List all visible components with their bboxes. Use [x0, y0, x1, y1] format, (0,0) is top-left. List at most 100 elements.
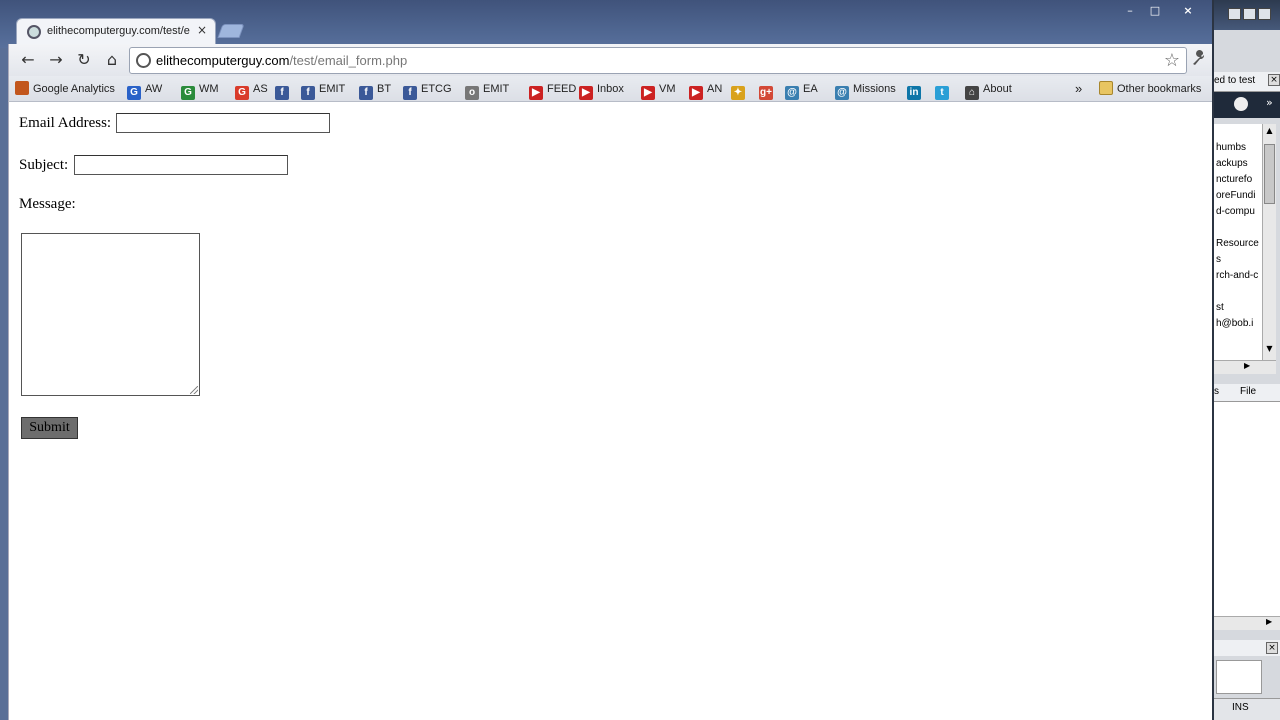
scroll-right-icon[interactable]: ▶: [1266, 617, 1272, 626]
subject-field[interactable]: [74, 155, 288, 175]
circle-icon[interactable]: [1234, 97, 1248, 111]
bookmark-item[interactable]: in: [907, 80, 925, 100]
background-maximize-button[interactable]: [1243, 8, 1256, 20]
maximize-window-button[interactable]: □: [1143, 4, 1167, 18]
bookmark-item[interactable]: f EMIT: [301, 80, 346, 100]
bookmark-label: About: [983, 83, 1012, 95]
email-field[interactable]: [116, 113, 330, 133]
bookmark-label: AN: [707, 83, 723, 95]
bookmarks-bar: Google Analytics G AW G WM G AS f f EMIT f BT f ETCG o…: [8, 76, 1212, 102]
bookmark-item[interactable]: f: [275, 80, 293, 100]
background-tab-file[interactable]: File: [1240, 386, 1256, 397]
screen: – □ × elithecomputerguy.com/test/e × ← →…: [0, 0, 1280, 720]
address-bar[interactable]: elithecomputerguy.com/test/email_form.ph…: [129, 47, 1187, 74]
message-textarea[interactable]: [21, 233, 200, 396]
list-item[interactable]: ncturefo: [1216, 174, 1252, 185]
background-file-list: humbs ackups ncturefo oreFundi d-compu Resour…: [1214, 124, 1262, 360]
list-item[interactable]: st: [1216, 302, 1224, 313]
wrench-menu-icon[interactable]: [1191, 50, 1207, 70]
bookmark-item[interactable]: t: [935, 80, 953, 100]
bookmark-item[interactable]: ▶ Inbox: [579, 80, 624, 100]
background-panel-header: ×: [1214, 640, 1280, 656]
tab-close-icon[interactable]: ×: [197, 23, 207, 37]
bookmark-label: AS: [253, 83, 268, 95]
folder-icon: [1099, 81, 1113, 95]
resize-grip-icon[interactable]: [190, 386, 198, 394]
close-window-button[interactable]: ×: [1176, 4, 1200, 18]
bookmark-item[interactable]: g+: [759, 80, 777, 100]
browser-toolbar: ← → ↻ ⌂ elithecomputerguy.com/test/email…: [8, 44, 1212, 76]
submit-button[interactable]: Submit: [21, 417, 78, 439]
facebook-icon: f: [301, 86, 315, 100]
background-tab-close-icon[interactable]: ×: [1268, 74, 1280, 86]
scroll-thumb[interactable]: [1264, 144, 1275, 204]
page-content: Email Address: Subject: Message: Submit: [8, 102, 1212, 720]
bookmark-label: EA: [803, 83, 818, 95]
scroll-right-icon[interactable]: ▶: [1244, 361, 1250, 370]
background-horizontal-scrollbar[interactable]: ▶: [1214, 360, 1276, 374]
bookmark-item[interactable]: ✦: [731, 80, 749, 100]
bookmark-item[interactable]: Google Analytics: [15, 80, 115, 98]
google-icon: G: [127, 86, 141, 100]
address-text[interactable]: elithecomputerguy.com/test/email_form.ph…: [156, 53, 407, 68]
bookmark-item[interactable]: G AS: [235, 80, 268, 100]
list-item[interactable]: oreFundi: [1216, 190, 1255, 201]
bookmark-label: WM: [199, 83, 219, 95]
bookmark-item[interactable]: o EMIT: [465, 80, 509, 100]
youtube-icon: ▶: [529, 86, 543, 100]
bookmark-item[interactable]: f BT: [359, 80, 392, 100]
back-arrow-icon[interactable]: ←: [17, 50, 39, 70]
bookmark-icon: ⌂: [965, 86, 979, 100]
list-item[interactable]: d-compu: [1216, 206, 1255, 217]
bookmark-label: EMIT: [319, 83, 346, 95]
other-bookmarks-folder[interactable]: Other bookmarks: [1099, 80, 1201, 98]
background-horizontal-scrollbar-2[interactable]: ▶: [1214, 616, 1280, 630]
bookmark-item[interactable]: G WM: [181, 80, 219, 100]
close-icon[interactable]: ×: [1266, 642, 1278, 654]
tab-title: elithecomputerguy.com/test/e: [47, 25, 190, 37]
background-tabs: s File: [1214, 384, 1280, 402]
new-tab-button[interactable]: [217, 24, 245, 38]
bookmarks-overflow-chevron-icon[interactable]: »: [1075, 80, 1082, 98]
facebook-icon: f: [403, 86, 417, 100]
minimize-window-button[interactable]: –: [1118, 4, 1142, 18]
background-close-button[interactable]: [1258, 8, 1271, 20]
bookmark-item[interactable]: @ EA: [785, 80, 818, 100]
list-item[interactable]: humbs: [1216, 142, 1246, 153]
bookmark-label: BT: [377, 83, 392, 95]
bookmark-item[interactable]: ▶ FEED: [529, 80, 576, 100]
background-tab-1[interactable]: s: [1214, 386, 1219, 397]
home-icon[interactable]: ⌂: [101, 50, 123, 70]
list-item[interactable]: s: [1216, 254, 1221, 265]
address-domain: elithecomputerguy.com: [156, 53, 290, 68]
chevron-right-icon[interactable]: »: [1266, 96, 1273, 109]
bookmark-item[interactable]: @ Missions: [835, 80, 896, 100]
globe-icon: [27, 25, 41, 39]
reload-icon[interactable]: ↻: [73, 50, 95, 70]
background-input-panel[interactable]: [1216, 660, 1262, 694]
background-status-bar: INS: [1214, 698, 1280, 720]
bookmark-item[interactable]: G AW: [127, 80, 163, 100]
subject-label: Subject:: [19, 157, 69, 173]
browser-tab[interactable]: elithecomputerguy.com/test/e ×: [16, 18, 216, 44]
list-item[interactable]: rch-and-c: [1216, 270, 1258, 281]
wrench-icon: [1193, 50, 1205, 65]
background-vertical-scrollbar[interactable]: ▲ ▼: [1262, 124, 1276, 360]
list-item[interactable]: Resource: [1216, 238, 1259, 249]
bookmark-star-icon[interactable]: ☆: [1164, 50, 1180, 71]
scroll-down-icon[interactable]: ▼: [1264, 344, 1275, 354]
address-path: /test/email_form.php: [289, 53, 408, 68]
background-minimize-button[interactable]: [1228, 8, 1241, 20]
bookmark-item[interactable]: ⌂ About: [965, 80, 1012, 100]
bookmark-item[interactable]: ▶ AN: [689, 80, 723, 100]
bookmark-item[interactable]: f ETCG: [403, 80, 452, 100]
background-app-titlebar: [1214, 0, 1280, 30]
bookmark-item[interactable]: ▶ VM: [641, 80, 676, 100]
background-tab-label[interactable]: ed to test: [1214, 75, 1255, 86]
background-application-window: ed to test × » humbs ackups ncturefo oreFun…: [1212, 0, 1280, 720]
list-item[interactable]: ackups: [1216, 158, 1248, 169]
list-item[interactable]: h@bob.i: [1216, 318, 1253, 329]
scroll-up-icon[interactable]: ▲: [1264, 126, 1275, 136]
forward-arrow-icon[interactable]: →: [45, 50, 67, 70]
bookmark-label: AW: [145, 83, 163, 95]
